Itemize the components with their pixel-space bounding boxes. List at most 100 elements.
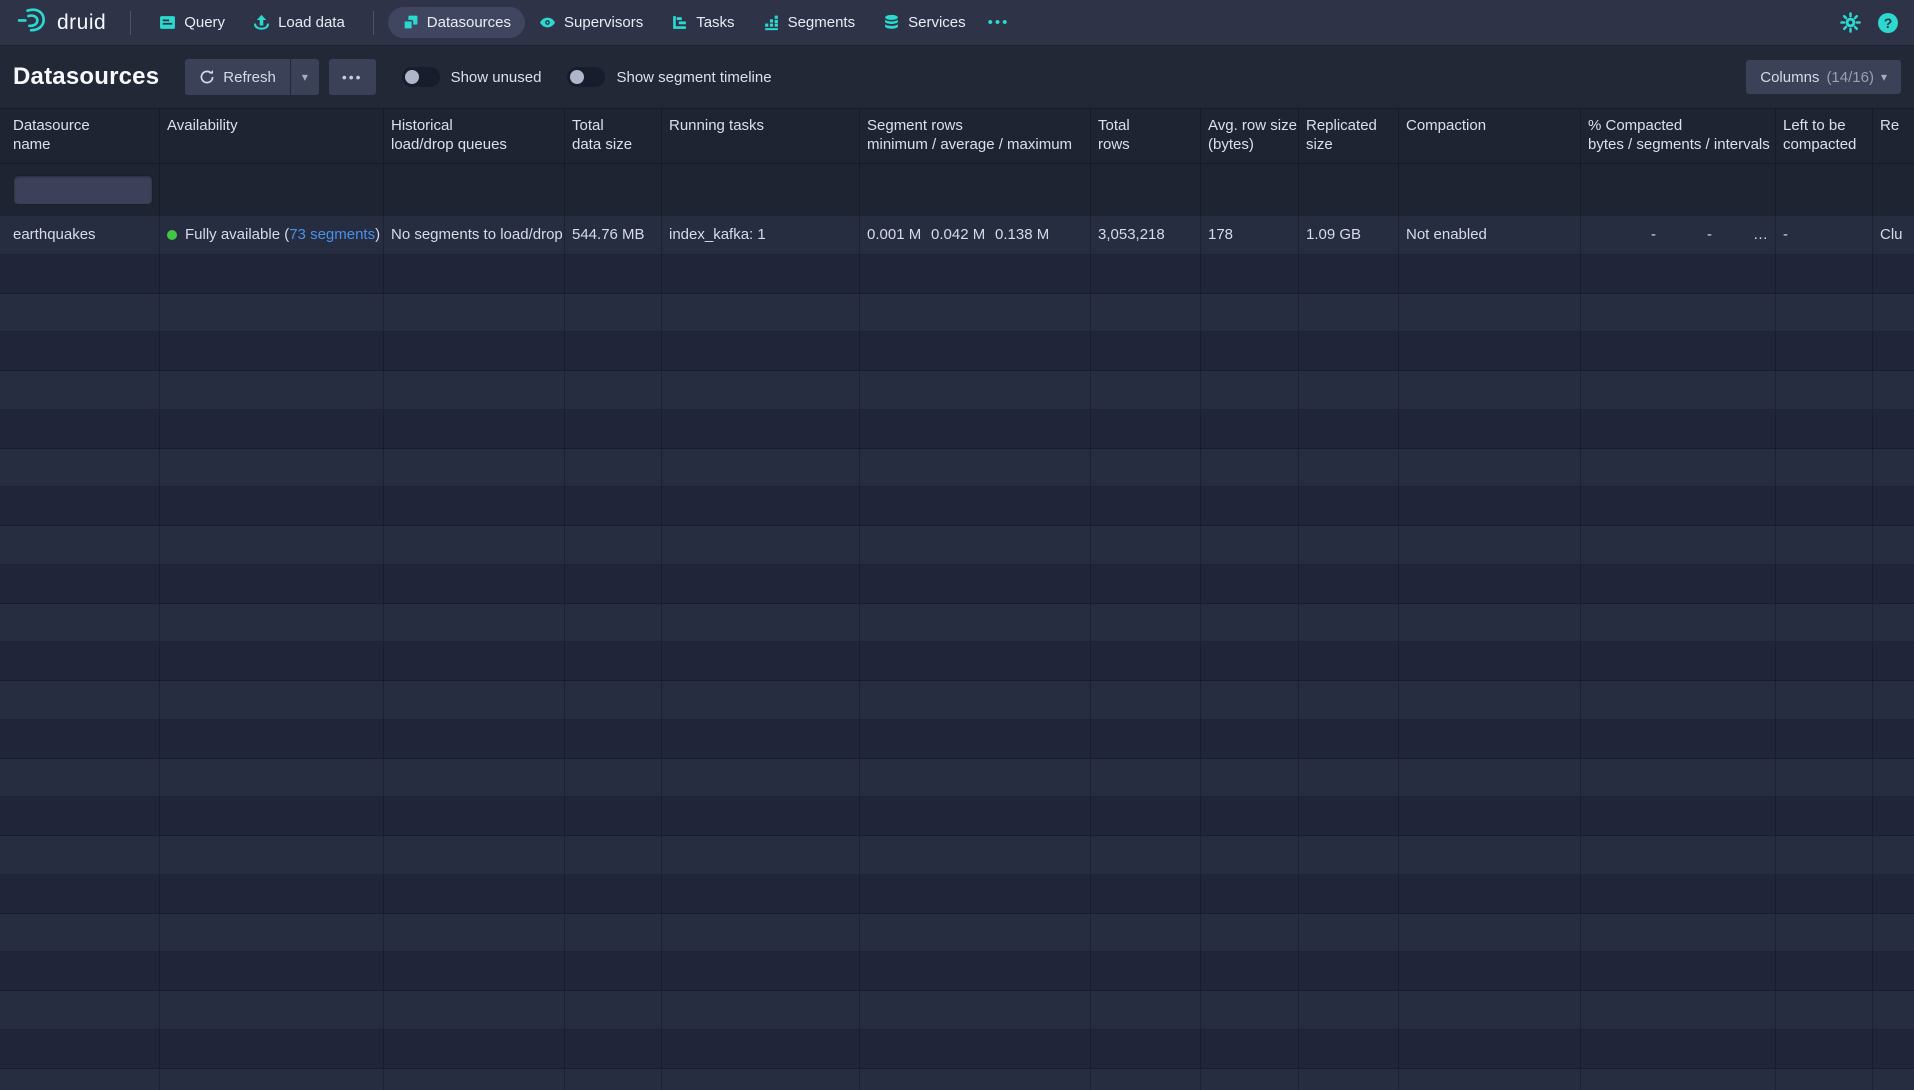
empty-row: [0, 371, 1914, 410]
col-header-segment-rows[interactable]: Segment rowsminimum / average / maximum: [860, 109, 1091, 163]
cell-availability: Fully available (73 segments): [160, 216, 384, 254]
empty-row: [0, 410, 1914, 449]
empty-row: [0, 332, 1914, 371]
cell-datasource-name[interactable]: earthquakes: [0, 216, 160, 254]
eye-icon: [539, 14, 556, 31]
toggle-label: Show segment timeline: [616, 69, 771, 86]
toggle-switch[interactable]: [567, 67, 605, 87]
empty-row: [0, 836, 1914, 875]
cell-compaction: Not enabled: [1399, 216, 1581, 254]
upload-icon: [253, 14, 270, 31]
empty-row: [0, 487, 1914, 526]
col-header-datasource-name[interactable]: Datasourcename: [0, 109, 160, 163]
datasources-table: Datasourcename Availability Historicallo…: [0, 108, 1914, 1090]
toggle-label: Show unused: [451, 69, 542, 86]
cell-total-data-size: 544.76 MB: [565, 216, 662, 254]
cell-load-drop-queues: No segments to load/drop: [384, 216, 565, 254]
col-header-avg-row-size[interactable]: Avg. row size(bytes): [1201, 109, 1299, 163]
col-header-running-tasks[interactable]: Running tasks: [662, 109, 860, 163]
chevron-down-icon: ▾: [1881, 71, 1887, 83]
brand-name: druid: [57, 11, 106, 35]
empty-row: [0, 294, 1914, 333]
nav-divider: [373, 11, 374, 35]
nav-item-datasources[interactable]: Datasources: [388, 7, 525, 38]
nav-label: Tasks: [696, 14, 734, 31]
nav-label: Datasources: [427, 14, 511, 31]
query-icon: [159, 14, 176, 31]
nav-label: Segments: [788, 14, 856, 31]
show-segment-timeline-toggle[interactable]: Show segment timeline: [567, 67, 771, 87]
chevron-down-icon: ▾: [302, 71, 308, 83]
cell-pct-compacted: --…: [1581, 216, 1776, 254]
segments-count-link[interactable]: 73 segments: [289, 226, 375, 243]
empty-row: [0, 449, 1914, 488]
col-header-availability[interactable]: Availability: [160, 109, 384, 163]
empty-row: [0, 875, 1914, 914]
cell-retention[interactable]: Clu: [1873, 216, 1914, 254]
col-header-left-to-be-compacted[interactable]: Left to becompacted: [1776, 109, 1873, 163]
gantt-chart-icon: [671, 14, 688, 31]
columns-count: (14/16): [1826, 69, 1874, 86]
col-header-compaction[interactable]: Compaction: [1399, 109, 1581, 163]
druid-console: druid Query Load data Datasources: [0, 0, 1914, 1090]
nav-more-button[interactable]: •••: [980, 8, 1018, 37]
empty-row: [0, 914, 1914, 953]
col-header-replicated-size[interactable]: Replicatedsize: [1299, 109, 1399, 163]
nav-item-query[interactable]: Query: [145, 7, 239, 38]
table-header-row: Datasourcename Availability Historicallo…: [0, 109, 1914, 163]
nav-item-tasks[interactable]: Tasks: [657, 7, 748, 38]
columns-label: Columns: [1760, 69, 1819, 86]
more-actions-button[interactable]: •••: [329, 59, 376, 95]
empty-row: [0, 720, 1914, 759]
refresh-button[interactable]: Refresh: [185, 59, 290, 95]
empty-row: [0, 681, 1914, 720]
cell-left-to-be-compacted: -: [1776, 216, 1873, 254]
settings-gear-icon[interactable]: [1840, 12, 1861, 33]
available-status-dot: [167, 230, 177, 240]
empty-row: [0, 642, 1914, 681]
datasources-toolbar: Datasources Refresh ▾ ••• Show unused Sh…: [0, 46, 1914, 108]
empty-row: [0, 1030, 1914, 1069]
show-unused-toggle[interactable]: Show unused: [402, 67, 542, 87]
empty-row: [0, 797, 1914, 836]
refresh-button-group: Refresh ▾: [185, 59, 319, 95]
nav-label: Services: [908, 14, 966, 31]
col-header-total-data-size[interactable]: Totaldata size: [565, 109, 662, 163]
empty-row: [0, 526, 1914, 565]
empty-row: [0, 255, 1914, 294]
refresh-icon: [199, 69, 215, 85]
nav-label: Supervisors: [564, 14, 643, 31]
col-header-pct-compacted[interactable]: % Compactedbytes / segments / intervals: [1581, 109, 1776, 163]
toggle-knob: [570, 70, 584, 84]
nav-label: Query: [184, 14, 225, 31]
nav-item-load-data[interactable]: Load data: [239, 7, 359, 38]
cell-running-tasks: index_kafka: 1: [662, 216, 860, 254]
page-title: Datasources: [13, 63, 159, 91]
nav-label: Load data: [278, 14, 345, 31]
toggle-switch[interactable]: [402, 67, 440, 87]
table-filter-row: [0, 163, 1914, 216]
cell-replicated-size: 1.09 GB: [1299, 216, 1399, 254]
help-icon[interactable]: ?: [1878, 13, 1898, 33]
nav-item-supervisors[interactable]: Supervisors: [525, 7, 657, 38]
nav-item-segments[interactable]: Segments: [749, 7, 870, 38]
columns-dropdown-button[interactable]: Columns (14/16) ▾: [1746, 60, 1901, 94]
col-header-load-drop-queues[interactable]: Historicalload/drop queues: [384, 109, 565, 163]
empty-row: [0, 1069, 1914, 1090]
top-nav: druid Query Load data Datasources: [0, 0, 1914, 46]
empty-row: [0, 991, 1914, 1030]
col-header-retention[interactable]: Re: [1873, 109, 1914, 163]
nav-item-services[interactable]: Services: [869, 7, 980, 38]
cell-total-rows: 3,053,218: [1091, 216, 1201, 254]
refresh-label: Refresh: [223, 69, 276, 86]
empty-row: [0, 565, 1914, 604]
refresh-interval-dropdown[interactable]: ▾: [291, 59, 319, 95]
bar-chart-icon: [763, 14, 780, 31]
col-header-total-rows[interactable]: Totalrows: [1091, 109, 1201, 163]
druid-logo[interactable]: druid: [16, 6, 106, 39]
cell-segment-rows: 0.001 M0.042 M0.138 M: [860, 216, 1091, 254]
datasource-name-filter-input[interactable]: [13, 175, 153, 205]
empty-row: [0, 759, 1914, 798]
datasources-icon: [402, 14, 419, 31]
empty-row: [0, 604, 1914, 643]
